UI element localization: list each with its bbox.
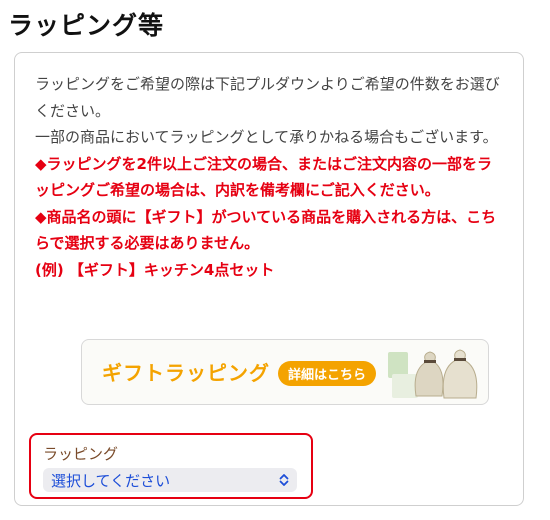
instruction-text-1: ラッピングをご希望の際は下記プルダウンよりご希望の件数をお選びください。 [35, 75, 500, 120]
notice-multiple-wrapping: ◆ラッピングを2件以上ご注文の場合、またはご注文内容の一部をラッピングご希望の場… [35, 154, 492, 200]
banner-title: ギフトラッピング [102, 361, 270, 385]
chevron-up-down-icon [279, 474, 289, 486]
wrapping-instructions: ラッピングをご希望の際は下記プルダウンよりご希望の件数をお選びください。 一部の… [35, 71, 505, 283]
details-link-badge[interactable]: 詳細はこちら [278, 361, 377, 386]
wrapping-panel: ラッピングをご希望の際は下記プルダウンよりご希望の件数をお選びください。 一部の… [14, 52, 524, 506]
select-current-value: 選択してください [51, 472, 171, 490]
notice-example: (例) 【ギフト】キッチン4点セット [35, 260, 275, 279]
gift-bags-image [388, 349, 478, 399]
section-title: ラッピング等 [8, 11, 165, 40]
wrapping-select-group: ラッピング 選択してください [29, 433, 313, 499]
gift-wrapping-banner[interactable]: ギフトラッピング 詳細はこちら [81, 339, 489, 405]
wrapping-count-select[interactable]: 選択してください [43, 468, 297, 492]
wrapping-select-label: ラッピング [43, 445, 119, 463]
notice-gift-products: ◆商品名の頭に【ギフト】がついている商品を購入される方は、こちらで選択する必要は… [35, 207, 497, 253]
instruction-text-2: 一部の商品においてラッピングとして承りかねる場合もございます。 [35, 128, 498, 146]
